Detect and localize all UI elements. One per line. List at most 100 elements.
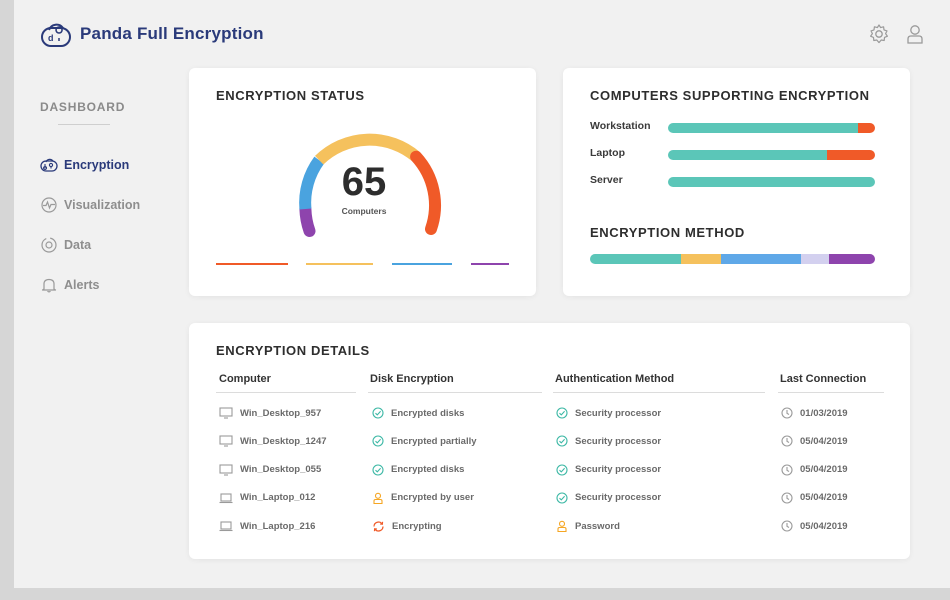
table-row[interactable]: Win_Desktop_957 Encrypted disks Security p…: [189, 403, 910, 423]
sidebar-item-label: Alerts: [64, 278, 100, 292]
support-bar-supported: [668, 150, 828, 160]
table-row[interactable]: Win_Laptop_216 Encrypting Password 05/04/20…: [189, 516, 910, 536]
encryption-method-bar: [590, 254, 875, 264]
method-segment: [829, 254, 875, 264]
encryption-status-card: ENCRYPTION STATUS 65 Computers: [189, 68, 536, 296]
cell-disk-encryption-text: Encrypted disks: [391, 464, 465, 476]
cell-last-connection: 05/04/2019: [781, 460, 848, 480]
panda-logo-icon: d: [41, 23, 71, 47]
column-header-authentication-method[interactable]: Authentication Method: [555, 373, 674, 385]
data-icon: [41, 237, 57, 253]
user-profile-icon[interactable]: [904, 23, 926, 45]
encryption-method-title: ENCRYPTION METHOD: [590, 225, 745, 240]
laptop-icon: [219, 520, 240, 532]
support-bar: [668, 150, 875, 160]
clock-icon: [781, 407, 800, 419]
user-icon: [372, 492, 391, 504]
sidebar-item-data[interactable]: Data: [40, 225, 180, 265]
app-title: Panda Full Encryption: [80, 24, 264, 43]
clock-icon: [781, 464, 800, 476]
app-frame: d Panda Full Encryption DASHBOARD Encryp…: [0, 0, 950, 600]
settings-icon[interactable]: [868, 23, 890, 45]
legend-line-yellow: [306, 263, 373, 265]
top-bar: d Panda Full Encryption: [14, 0, 950, 62]
sidebar-item-label: Visualization: [64, 198, 141, 212]
sidebar-item-label: Data: [64, 238, 92, 252]
app-logo[interactable]: d Panda Full Encryption: [40, 20, 264, 48]
cell-last-connection: 05/04/2019: [781, 488, 848, 508]
cell-last-connection-text: 05/04/2019: [800, 435, 848, 447]
cell-last-connection-text: 05/04/2019: [800, 492, 848, 504]
app-screen: d Panda Full Encryption DASHBOARD Encryp…: [14, 0, 950, 588]
cell-disk-encryption: Encrypted partially: [372, 431, 477, 451]
supporting-encryption-card: COMPUTERS SUPPORTING ENCRYPTION Workstat…: [563, 68, 910, 296]
sidebar-item-visualization[interactable]: Visualization: [40, 185, 180, 225]
check-circle-icon: [372, 407, 391, 419]
sidebar-item-encryption[interactable]: Encryption: [40, 145, 180, 185]
card-title: ENCRYPTION STATUS: [216, 88, 365, 103]
column-header-last-connection[interactable]: Last Connection: [780, 373, 866, 385]
support-row-laptop: Laptop: [590, 147, 875, 160]
table-row[interactable]: Win_Laptop_012 Encrypted by user Security …: [189, 488, 910, 508]
cell-disk-encryption: Encrypting: [372, 516, 442, 536]
cell-computer-text: Win_Desktop_055: [240, 464, 322, 476]
cell-authentication-method: Security processor: [556, 431, 661, 451]
check-circle-icon: [556, 464, 575, 476]
clock-icon: [781, 435, 800, 447]
legend-line-purple: [471, 263, 509, 265]
card-title: ENCRYPTION DETAILS: [216, 343, 370, 358]
column-rule: [778, 392, 884, 393]
check-circle-icon: [556, 435, 575, 447]
visualization-icon: [41, 197, 57, 213]
cell-last-connection: 05/04/2019: [781, 516, 848, 536]
top-actions: [868, 23, 926, 45]
sidebar-heading: DASHBOARD: [40, 100, 126, 114]
legend-line-orange: [216, 263, 288, 265]
gauge-count-label: Computers: [341, 206, 387, 216]
clock-icon: [781, 492, 800, 504]
cell-computer-text: Win_Desktop_957: [240, 407, 322, 419]
support-bar-unsupported: [827, 150, 875, 160]
method-segment: [721, 254, 801, 264]
cell-computer: Win_Desktop_055: [219, 460, 321, 480]
svg-text:d: d: [48, 33, 54, 43]
table-row[interactable]: Win_Desktop_1247 Encrypted partially Secur…: [189, 431, 910, 451]
method-segment: [590, 254, 682, 264]
column-header-computer[interactable]: Computer: [219, 373, 271, 385]
desktop-icon: [219, 464, 240, 476]
cell-disk-encryption: Encrypted disks: [372, 403, 464, 423]
cell-authentication-method-text: Security processor: [575, 492, 662, 504]
cell-computer: Win_Desktop_1247: [219, 431, 327, 451]
column-header-disk-encryption[interactable]: Disk Encryption: [370, 373, 454, 385]
sidebar: DASHBOARD Encryption Visualization Data …: [40, 100, 180, 305]
column-rule: [216, 392, 356, 393]
lock-icon: [556, 520, 575, 533]
cell-computer: Win_Laptop_216: [219, 516, 315, 536]
frame-bottom-edge: [0, 588, 950, 600]
table-row[interactable]: Win_Desktop_055 Encrypted disks Security p…: [189, 460, 910, 480]
desktop-icon: [219, 435, 240, 447]
sidebar-nav: Encryption Visualization Data Alerts: [40, 145, 180, 305]
cell-computer: Win_Laptop_012: [219, 488, 315, 508]
cell-computer-text: Win_Desktop_1247: [240, 435, 327, 447]
legend-line-blue: [392, 263, 452, 265]
support-row-server: Server: [590, 174, 875, 187]
cell-last-connection-text: 05/04/2019: [800, 520, 848, 532]
column-rule: [368, 392, 542, 393]
sync-icon: [372, 520, 392, 533]
support-row-label: Server: [590, 174, 623, 186]
support-bar-supported: [668, 177, 875, 187]
cell-disk-encryption: Encrypted by user: [372, 488, 474, 508]
gauge-count: 65: [341, 160, 387, 204]
check-circle-icon: [556, 407, 575, 419]
cell-authentication-method-text: Password: [575, 520, 620, 532]
status-legend: [216, 263, 511, 265]
cell-authentication-method: Password: [556, 516, 620, 536]
sidebar-item-alerts[interactable]: Alerts: [40, 265, 180, 305]
encryption-details-card: ENCRYPTION DETAILS Computer Disk Encrypt…: [189, 323, 910, 559]
cell-disk-encryption-text: Encrypting: [392, 520, 442, 532]
method-segment: [681, 254, 722, 264]
card-title: COMPUTERS SUPPORTING ENCRYPTION: [590, 88, 870, 103]
cell-last-connection: 05/04/2019: [781, 431, 848, 451]
cell-computer: Win_Desktop_957: [219, 403, 321, 423]
